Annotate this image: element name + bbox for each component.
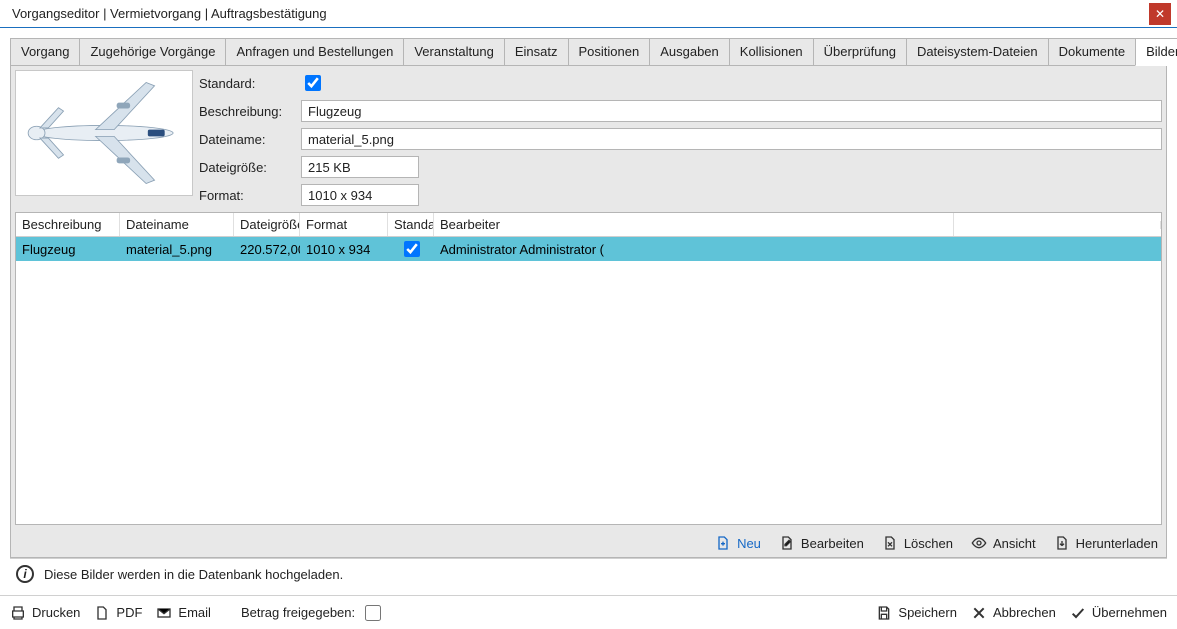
tab-dokumente[interactable]: Dokumente bbox=[1048, 38, 1136, 66]
info-icon: i bbox=[16, 565, 34, 583]
edit-file-icon bbox=[779, 535, 795, 551]
close-button[interactable]: ✕ bbox=[1149, 3, 1171, 25]
tab-vorgang[interactable]: Vorgang bbox=[10, 38, 80, 66]
standard-label: Standard: bbox=[199, 76, 291, 91]
save-icon bbox=[876, 605, 892, 621]
image-grid[interactable]: Beschreibung Dateiname Dateigröße Format… bbox=[15, 212, 1162, 525]
tab-positionen[interactable]: Positionen bbox=[568, 38, 651, 66]
email-button[interactable]: Email bbox=[156, 605, 211, 621]
tab-veranstaltung[interactable]: Veranstaltung bbox=[403, 38, 505, 66]
betrag-freigegeben: Betrag freigegeben: bbox=[241, 602, 384, 624]
tab-anfragen-bestellungen[interactable]: Anfragen und Bestellungen bbox=[225, 38, 404, 66]
cancel-icon bbox=[971, 605, 987, 621]
bearbeiten-button[interactable]: Bearbeiten bbox=[779, 535, 864, 551]
cell-standard bbox=[388, 238, 434, 260]
image-detail: Standard: Beschreibung: Dateiname: Datei… bbox=[11, 66, 1166, 212]
print-icon bbox=[10, 605, 26, 621]
cell-beschreibung: Flugzeug bbox=[16, 242, 120, 257]
drucken-button[interactable]: Drucken bbox=[10, 605, 80, 621]
tab-bilder[interactable]: Bilder bbox=[1135, 38, 1177, 66]
grid-header: Beschreibung Dateiname Dateigröße Format… bbox=[16, 213, 1161, 237]
pdf-file-icon bbox=[94, 605, 110, 621]
beschreibung-label: Beschreibung: bbox=[199, 104, 291, 119]
info-text: Diese Bilder werden in die Datenbank hoc… bbox=[44, 567, 343, 582]
grid-row[interactable]: Flugzeug material_5.png 220.572,00 1010 … bbox=[16, 237, 1161, 261]
col-format[interactable]: Format bbox=[300, 213, 388, 236]
betrag-checkbox[interactable] bbox=[365, 605, 381, 621]
tab-kollisionen[interactable]: Kollisionen bbox=[729, 38, 814, 66]
ansicht-button[interactable]: Ansicht bbox=[971, 535, 1036, 551]
delete-file-icon bbox=[882, 535, 898, 551]
cell-format: 1010 x 934 bbox=[300, 242, 388, 257]
tab-zugehoerige-vorgaenge[interactable]: Zugehörige Vorgänge bbox=[79, 38, 226, 66]
tab-einsatz[interactable]: Einsatz bbox=[504, 38, 569, 66]
airplane-icon bbox=[19, 74, 189, 192]
betrag-label: Betrag freigegeben: bbox=[241, 605, 355, 620]
herunterladen-button[interactable]: Herunterladen bbox=[1054, 535, 1158, 551]
tabbar: Vorgang Zugehörige Vorgänge Anfragen und… bbox=[10, 38, 1167, 66]
dateiname-input[interactable] bbox=[301, 128, 1162, 150]
tab-ausgaben[interactable]: Ausgaben bbox=[649, 38, 730, 66]
tab-ueberpruefung[interactable]: Überprüfung bbox=[813, 38, 907, 66]
close-icon: ✕ bbox=[1155, 7, 1165, 21]
col-dateiname[interactable]: Dateiname bbox=[120, 213, 234, 236]
abbrechen-button[interactable]: Abbrechen bbox=[971, 605, 1056, 621]
cell-dateiname: material_5.png bbox=[120, 242, 234, 257]
window-title: Vorgangseditor | Vermietvorgang | Auftra… bbox=[12, 6, 327, 21]
format-input bbox=[301, 184, 419, 206]
col-spacer bbox=[954, 221, 1161, 229]
pdf-button[interactable]: PDF bbox=[94, 605, 142, 621]
grid-body: Flugzeug material_5.png 220.572,00 1010 … bbox=[16, 237, 1161, 524]
neu-button[interactable]: Neu bbox=[715, 535, 761, 551]
image-toolbar: Neu Bearbeiten Löschen Ansicht Herunterl… bbox=[11, 531, 1166, 557]
bilder-panel: Standard: Beschreibung: Dateiname: Datei… bbox=[10, 65, 1167, 558]
col-standard[interactable]: Standard bbox=[388, 213, 434, 236]
info-bar: i Diese Bilder werden in die Datenbank h… bbox=[10, 558, 1167, 589]
eye-icon bbox=[971, 535, 987, 551]
standard-checkbox[interactable] bbox=[305, 75, 321, 91]
cell-dateigroesse: 220.572,00 bbox=[234, 242, 300, 257]
image-thumbnail[interactable] bbox=[15, 70, 193, 196]
col-bearbeiter[interactable]: Bearbeiter bbox=[434, 213, 954, 236]
loeschen-button[interactable]: Löschen bbox=[882, 535, 953, 551]
row-standard-checkbox[interactable] bbox=[404, 241, 420, 257]
dateigroesse-label: Dateigröße: bbox=[199, 160, 291, 175]
format-label: Format: bbox=[199, 188, 291, 203]
tab-dateisystem-dateien[interactable]: Dateisystem-Dateien bbox=[906, 38, 1049, 66]
download-file-icon bbox=[1054, 535, 1070, 551]
uebernehmen-button[interactable]: Übernehmen bbox=[1070, 605, 1167, 621]
footer: Drucken PDF Email Betrag freigegeben: Sp… bbox=[0, 595, 1177, 629]
dateiname-label: Dateiname: bbox=[199, 132, 291, 147]
cell-bearbeiter: Administrator Administrator ( bbox=[434, 242, 954, 257]
col-beschreibung[interactable]: Beschreibung bbox=[16, 213, 120, 236]
beschreibung-input[interactable] bbox=[301, 100, 1162, 122]
email-icon bbox=[156, 605, 172, 621]
dateigroesse-input bbox=[301, 156, 419, 178]
titlebar: Vorgangseditor | Vermietvorgang | Auftra… bbox=[0, 0, 1177, 28]
new-file-icon bbox=[715, 535, 731, 551]
check-icon bbox=[1070, 605, 1086, 621]
col-dateigroesse[interactable]: Dateigröße bbox=[234, 213, 300, 236]
speichern-button[interactable]: Speichern bbox=[876, 605, 957, 621]
